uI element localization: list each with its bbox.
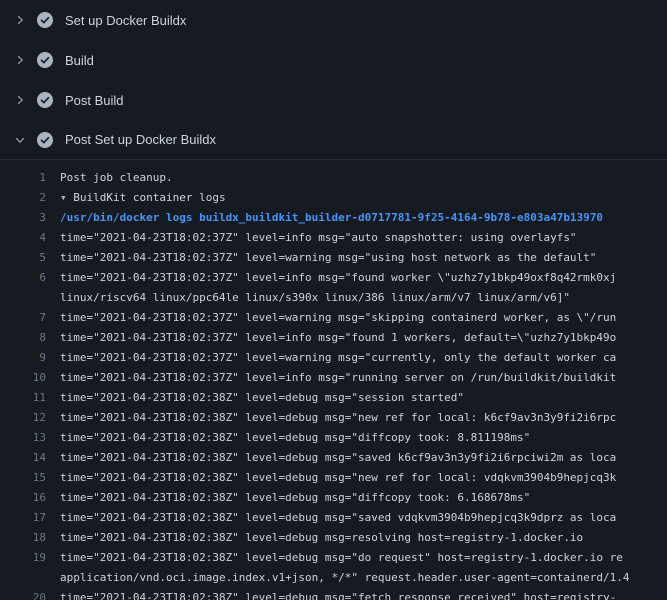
job-log-panel: Set up Docker Buildx Build Post Buil xyxy=(0,0,667,600)
line-number[interactable]: 16 xyxy=(0,488,46,508)
line-number[interactable]: 3 xyxy=(0,208,46,228)
step-header[interactable]: Post Build xyxy=(0,80,667,120)
log-line: 17 time="2021-04-23T18:02:38Z" level=deb… xyxy=(0,508,667,528)
line-number[interactable]: 6 xyxy=(0,268,46,288)
chevron-right-icon xyxy=(12,12,28,28)
log-line: 13 time="2021-04-23T18:02:38Z" level=deb… xyxy=(0,428,667,448)
log-view: 1 Post job cleanup. 2 ▾ BuildKit contain… xyxy=(0,160,667,600)
log-text: time="2021-04-23T18:02:37Z" level=warnin… xyxy=(60,308,616,328)
line-number[interactable]: 18 xyxy=(0,528,46,548)
log-line: 9 time="2021-04-23T18:02:37Z" level=warn… xyxy=(0,348,667,368)
log-line: 14 time="2021-04-23T18:02:38Z" level=deb… xyxy=(0,448,667,468)
log-line: 11 time="2021-04-23T18:02:38Z" level=deb… xyxy=(0,388,667,408)
log-line: 19 time="2021-04-23T18:02:38Z" level=deb… xyxy=(0,548,667,588)
log-text: Post job cleanup. xyxy=(60,168,173,188)
status-check-icon xyxy=(37,12,53,28)
log-text: time="2021-04-23T18:02:38Z" level=debug … xyxy=(60,588,616,600)
log-line: 2 ▾ BuildKit container logs xyxy=(0,188,667,208)
log-text: time="2021-04-23T18:02:38Z" level=debug … xyxy=(60,448,616,468)
log-text: time="2021-04-23T18:02:38Z" level=debug … xyxy=(60,508,616,528)
step-label: Post Set up Docker Buildx xyxy=(65,132,216,147)
log-text: time="2021-04-23T18:02:38Z" level=debug … xyxy=(60,408,616,428)
line-number[interactable]: 7 xyxy=(0,308,46,328)
line-number[interactable]: 5 xyxy=(0,248,46,268)
chevron-down-icon xyxy=(12,132,28,148)
line-number[interactable]: 19 xyxy=(0,548,46,568)
steps-list: Set up Docker Buildx Build Post Buil xyxy=(0,0,667,160)
log-text: time="2021-04-23T18:02:38Z" level=debug … xyxy=(60,388,464,408)
log-text: time="2021-04-23T18:02:37Z" level=info m… xyxy=(60,228,577,248)
line-number[interactable]: 4 xyxy=(0,228,46,248)
log-text: time="2021-04-23T18:02:37Z" level=info m… xyxy=(60,268,616,308)
line-number[interactable]: 10 xyxy=(0,368,46,388)
log-text: time="2021-04-23T18:02:37Z" level=info m… xyxy=(60,328,616,348)
log-line: 6 time="2021-04-23T18:02:37Z" level=info… xyxy=(0,268,667,308)
log-line: 7 time="2021-04-23T18:02:37Z" level=warn… xyxy=(0,308,667,328)
line-number[interactable]: 20 xyxy=(0,588,46,600)
step-label: Set up Docker Buildx xyxy=(65,13,186,28)
step-label: Post Build xyxy=(65,93,124,108)
log-line: 3 /usr/bin/docker logs buildx_buildkit_b… xyxy=(0,208,667,228)
step-label: Build xyxy=(65,53,94,68)
step-header[interactable]: Post Set up Docker Buildx xyxy=(0,120,667,160)
line-number[interactable]: 9 xyxy=(0,348,46,368)
status-check-icon xyxy=(37,92,53,108)
log-text: time="2021-04-23T18:02:38Z" level=debug … xyxy=(60,468,616,488)
log-text: time="2021-04-23T18:02:37Z" level=warnin… xyxy=(60,248,596,268)
log-text: time="2021-04-23T18:02:37Z" level=info m… xyxy=(60,368,616,388)
log-line: 4 time="2021-04-23T18:02:37Z" level=info… xyxy=(0,228,667,248)
log-line: 12 time="2021-04-23T18:02:38Z" level=deb… xyxy=(0,408,667,428)
log-line: 8 time="2021-04-23T18:02:37Z" level=info… xyxy=(0,328,667,348)
log-line: 5 time="2021-04-23T18:02:37Z" level=warn… xyxy=(0,248,667,268)
line-number[interactable]: 8 xyxy=(0,328,46,348)
log-text: /usr/bin/docker logs buildx_buildkit_bui… xyxy=(60,208,603,228)
line-number[interactable]: 2 xyxy=(0,188,46,208)
log-line: 15 time="2021-04-23T18:02:38Z" level=deb… xyxy=(0,468,667,488)
status-check-icon xyxy=(37,132,53,148)
line-number[interactable]: 12 xyxy=(0,408,46,428)
log-line: 20 time="2021-04-23T18:02:38Z" level=deb… xyxy=(0,588,667,600)
line-number[interactable]: 11 xyxy=(0,388,46,408)
step-header[interactable]: Set up Docker Buildx xyxy=(0,0,667,40)
line-number[interactable]: 13 xyxy=(0,428,46,448)
line-number[interactable]: 14 xyxy=(0,448,46,468)
log-text: time="2021-04-23T18:02:37Z" level=warnin… xyxy=(60,348,616,368)
log-line: 16 time="2021-04-23T18:02:38Z" level=deb… xyxy=(0,488,667,508)
log-line: 1 Post job cleanup. xyxy=(0,168,667,188)
log-text: time="2021-04-23T18:02:38Z" level=debug … xyxy=(60,488,530,508)
line-number[interactable]: 17 xyxy=(0,508,46,528)
log-line: 10 time="2021-04-23T18:02:37Z" level=inf… xyxy=(0,368,667,388)
log-text: time="2021-04-23T18:02:38Z" level=debug … xyxy=(60,528,583,548)
step-header[interactable]: Build xyxy=(0,40,667,80)
line-number[interactable]: 15 xyxy=(0,468,46,488)
chevron-right-icon xyxy=(12,52,28,68)
log-text: time="2021-04-23T18:02:38Z" level=debug … xyxy=(60,548,630,588)
log-text: ▾ BuildKit container logs xyxy=(60,188,226,208)
line-number[interactable]: 1 xyxy=(0,168,46,188)
log-line: 18 time="2021-04-23T18:02:38Z" level=deb… xyxy=(0,528,667,548)
chevron-right-icon xyxy=(12,92,28,108)
log-text: time="2021-04-23T18:02:38Z" level=debug … xyxy=(60,428,530,448)
log-group-toggle-icon[interactable]: ▾ xyxy=(60,191,73,204)
status-check-icon xyxy=(37,52,53,68)
